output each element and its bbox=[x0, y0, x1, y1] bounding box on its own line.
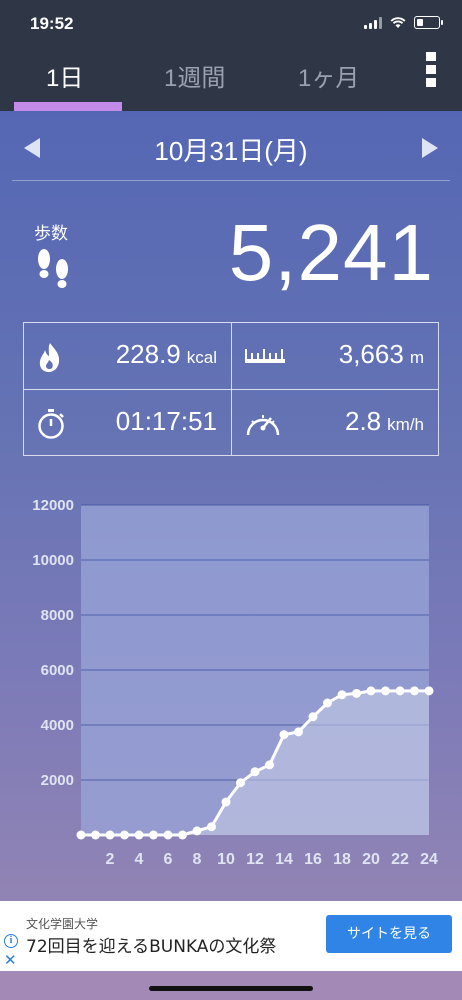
tab-month[interactable]: 1ヶ月 bbox=[298, 58, 359, 93]
info-icon[interactable]: i bbox=[4, 934, 18, 948]
x-tick-label: 12 bbox=[246, 851, 264, 868]
x-tick-label: 16 bbox=[304, 851, 322, 868]
x-tick-label: 14 bbox=[275, 851, 293, 868]
period-tabs: 1日 1週間 1ヶ月 bbox=[0, 52, 462, 111]
current-date: 10月31日(月) bbox=[154, 136, 308, 166]
divider bbox=[12, 180, 450, 181]
chart-point bbox=[207, 822, 216, 832]
y-tick-label: 4000 bbox=[41, 717, 74, 734]
home-indicator[interactable] bbox=[149, 986, 313, 991]
duration-cell: 01:17:51 bbox=[24, 390, 231, 456]
chart-point bbox=[381, 686, 390, 696]
chart-point bbox=[192, 826, 202, 836]
chart-point bbox=[279, 730, 289, 740]
speedometer-icon bbox=[246, 415, 280, 436]
footprints-icon bbox=[38, 249, 68, 288]
ad-subtitle: 文化学園大学 bbox=[26, 917, 99, 931]
calories-unit: kcal bbox=[186, 348, 217, 367]
x-tick-label: 2 bbox=[106, 851, 115, 868]
x-tick-label: 6 bbox=[164, 851, 173, 868]
chart-point bbox=[352, 688, 361, 698]
signal-icon bbox=[364, 16, 382, 29]
speed-unit: km/h bbox=[387, 415, 424, 434]
steps-chart: 200040006000800010000120002 4 6 8 10 12 14 16 18… bbox=[32, 497, 438, 868]
x-tick-label: 24 bbox=[420, 851, 438, 868]
chart-point bbox=[163, 830, 173, 840]
chart-point bbox=[294, 727, 303, 737]
steps-label: 歩数 bbox=[34, 224, 68, 244]
calories-cell: 228.9 kcal bbox=[24, 323, 231, 389]
flame-icon bbox=[39, 343, 60, 372]
steps-count: 5,241 bbox=[228, 208, 434, 297]
status-icons bbox=[364, 16, 443, 29]
more-menu-icon[interactable] bbox=[426, 52, 438, 92]
y-tick-label: 8000 bbox=[41, 607, 74, 624]
chart-point bbox=[337, 690, 347, 700]
x-tick-label: 22 bbox=[391, 851, 409, 868]
x-tick-label: 10 bbox=[217, 851, 235, 868]
chart-point bbox=[221, 797, 231, 807]
ruler-icon bbox=[245, 349, 285, 363]
visit-site-button[interactable]: サイトを見る bbox=[326, 915, 452, 953]
next-day-arrow-icon[interactable] bbox=[422, 138, 438, 158]
chart-point bbox=[236, 778, 245, 788]
duration-value: 01:17:51 bbox=[115, 406, 217, 436]
active-tab-indicator bbox=[14, 102, 122, 111]
date-navigator: 10月31日(月) bbox=[0, 111, 462, 181]
distance-cell: 3,663 m bbox=[231, 323, 438, 389]
y-tick-label: 2000 bbox=[41, 772, 74, 789]
x-tick-label: 18 bbox=[333, 851, 351, 868]
x-tick-label: 8 bbox=[193, 851, 202, 868]
chart-point bbox=[323, 698, 332, 708]
chart-point bbox=[134, 830, 144, 840]
speed-cell: 2.8 km/h bbox=[231, 390, 438, 456]
tab-week[interactable]: 1週間 bbox=[164, 58, 225, 93]
chart-point bbox=[366, 686, 376, 696]
chart-point bbox=[120, 830, 129, 840]
stats-grid: 228.9 kcal 3,663 m 01:17:51 2.8 km/h bbox=[23, 322, 439, 456]
status-time: 19:52 bbox=[30, 14, 74, 33]
ad-title: 72回目を迎えるBUNKAの文化祭 bbox=[26, 937, 277, 957]
tab-day[interactable]: 1日 bbox=[46, 58, 83, 93]
chart-point bbox=[91, 830, 100, 840]
x-tick-label: 20 bbox=[362, 851, 380, 868]
chart-point bbox=[76, 830, 86, 840]
chart-point bbox=[395, 686, 405, 696]
battery-icon bbox=[414, 16, 443, 29]
main-content: 10月31日(月) 歩数 5,241 228.9 kcal 3,663 m 01… bbox=[0, 111, 462, 901]
y-tick-label: 10000 bbox=[32, 552, 74, 569]
chart-point bbox=[265, 760, 274, 770]
stopwatch-icon bbox=[38, 409, 64, 439]
chart-point bbox=[250, 767, 260, 777]
speed-value: 2.8 bbox=[345, 406, 382, 436]
chart-point bbox=[105, 830, 115, 840]
y-tick-label: 12000 bbox=[32, 497, 74, 514]
chart-point bbox=[308, 712, 318, 722]
distance-value: 3,663 bbox=[338, 339, 404, 369]
y-tick-label: 6000 bbox=[41, 662, 74, 679]
distance-unit: m bbox=[409, 348, 424, 367]
chart-point bbox=[410, 686, 419, 696]
wifi-icon bbox=[390, 16, 406, 28]
x-tick-label: 4 bbox=[135, 851, 144, 868]
chart-point bbox=[149, 830, 158, 840]
close-icon[interactable]: ✕ bbox=[4, 951, 17, 969]
ad-banner[interactable]: i ✕ 文化学園大学 72回目を迎えるBUNKAの文化祭 サイトを見る bbox=[0, 901, 462, 971]
chart-point bbox=[424, 686, 434, 696]
home-bar-area bbox=[0, 971, 462, 1000]
top-bar: 19:52 1日 1週間 1ヶ月 bbox=[0, 0, 462, 111]
chart-point bbox=[178, 830, 187, 840]
calories-value: 228.9 bbox=[115, 339, 181, 369]
